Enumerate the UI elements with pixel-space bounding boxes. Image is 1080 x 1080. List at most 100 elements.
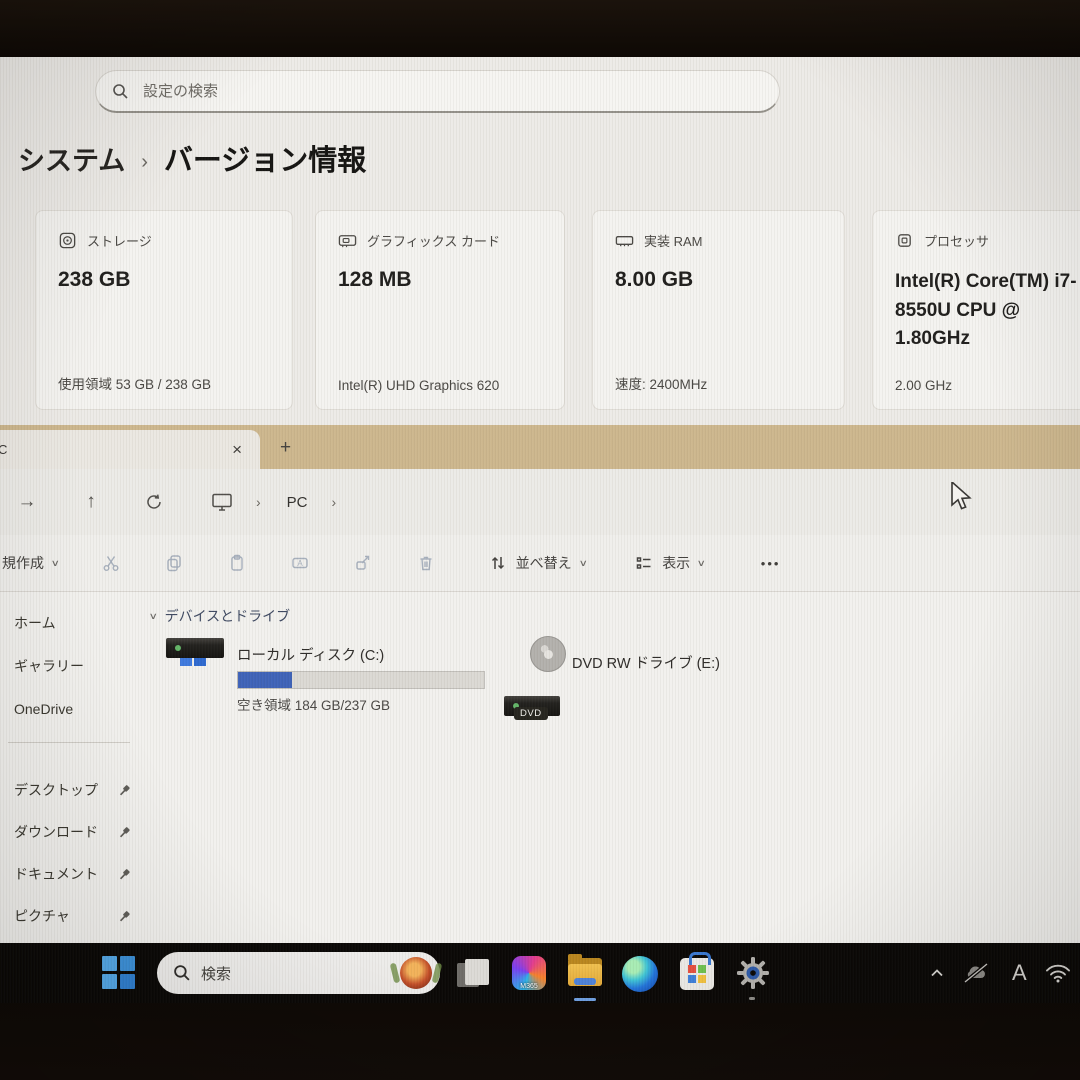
taskbar-search-placeholder: 検索	[201, 963, 390, 984]
spec-card-value: 128 MB	[338, 268, 542, 292]
file-explorer-window: C × + → ↑ › PC › 規作成 ∨ A	[0, 425, 1080, 943]
page-title: バージョン情報	[164, 137, 366, 179]
copy-icon[interactable]	[164, 553, 184, 573]
explorer-tab[interactable]: C ×	[0, 430, 260, 469]
cut-icon[interactable]	[101, 553, 121, 573]
chevron-down-icon: ∨	[578, 558, 587, 569]
wifi-button[interactable]	[1044, 943, 1072, 1003]
mouse-cursor	[950, 482, 976, 512]
sort-button[interactable]: 並べ替え	[516, 553, 572, 573]
spec-card-value: 238 GB	[58, 268, 270, 292]
microsoft-store-icon[interactable]	[680, 958, 714, 990]
breadcrumb: システム › バージョン情報	[18, 137, 366, 179]
rename-icon[interactable]: A	[290, 553, 310, 573]
settings-search-box[interactable]	[95, 70, 780, 113]
spec-card-graphics: グラフィックス カード 128 MB Intel(R) UHD Graphics…	[315, 210, 565, 410]
edge-browser-icon[interactable]	[622, 956, 658, 992]
pin-icon	[118, 784, 131, 797]
spec-card-storage: ストレージ 238 GB 使用領域 53 GB / 238 GB	[35, 210, 293, 410]
tab-close-icon[interactable]: ×	[232, 440, 242, 460]
share-icon[interactable]	[353, 553, 373, 573]
m365-copilot-icon[interactable]: M365	[512, 956, 546, 990]
delete-icon[interactable]	[416, 553, 436, 573]
spec-card-detail: 速度: 2400MHz	[615, 373, 707, 393]
screen: システム › バージョン情報 ストレージ 238 GB 使用領域 53 GB /…	[0, 57, 1080, 1003]
drive-unit-icon: DVD	[504, 696, 560, 716]
spec-card-detail: Intel(R) UHD Graphics 620	[338, 378, 499, 393]
refresh-icon[interactable]	[144, 492, 164, 512]
wifi-icon	[1044, 962, 1072, 984]
breadcrumb-system[interactable]: システム	[18, 139, 125, 178]
drive-unit-icon	[166, 638, 224, 658]
sidebar-item-gallery[interactable]: ギャラリー	[0, 651, 142, 681]
pin-icon	[118, 910, 131, 923]
chevron-right-icon: ›	[332, 494, 337, 510]
drive-item-e[interactable]: DVD RW ドライブ (E:)	[572, 652, 720, 673]
spec-card-processor: プロセッサ Intel(R) Core(TM) i7-8550U CPU @ 1…	[872, 210, 1080, 410]
chevron-right-icon: ›	[256, 494, 261, 510]
taskbar-search[interactable]: 検索	[157, 952, 440, 994]
chevron-up-icon	[928, 965, 946, 981]
up-icon[interactable]: ↑	[78, 491, 104, 513]
taskbar: 検索 M365	[0, 943, 1080, 1003]
file-explorer-taskbar-icon[interactable]	[566, 954, 604, 994]
explorer-tab-strip: C × +	[0, 425, 1080, 469]
sidebar-item-pictures[interactable]: ピクチャ	[0, 901, 142, 931]
drive-item-c[interactable]: ローカル ディスク (C:) 空き領域 184 GB/237 GB	[237, 644, 485, 714]
search-icon	[112, 83, 129, 100]
explorer-body: ホーム ギャラリー OneDrive デスクトップ ダウンロード ドキュメント …	[0, 592, 1080, 943]
chevron-down-icon: ∨	[149, 611, 158, 622]
local-disk-icon[interactable]	[166, 640, 228, 696]
settings-app: システム › バージョン情報 ストレージ 238 GB 使用領域 53 GB /…	[0, 57, 1080, 425]
sidebar-item-desktop[interactable]: デスクトップ	[0, 775, 142, 805]
forward-icon[interactable]: →	[14, 491, 40, 513]
settings-gear-icon[interactable]	[735, 955, 771, 991]
disk-usage-fill	[238, 672, 292, 688]
ime-mode-button[interactable]: A	[1012, 943, 1027, 1003]
explorer-nav-bar: → ↑ › PC ›	[0, 469, 1080, 535]
processor-icon	[895, 231, 914, 250]
ram-icon	[615, 231, 634, 250]
sidebar-item-onedrive[interactable]: OneDrive	[0, 694, 142, 724]
disc-icon	[530, 636, 566, 672]
sidebar-item-home[interactable]: ホーム	[0, 608, 142, 638]
tray-expand-button[interactable]	[928, 943, 946, 1003]
search-highlight-image[interactable]	[400, 957, 432, 989]
task-view-button[interactable]	[457, 959, 491, 989]
spec-card-label: ストレージ	[87, 231, 152, 250]
paste-icon[interactable]	[227, 553, 247, 573]
ime-indicator: A	[1012, 960, 1027, 986]
address-path-pc[interactable]: PC	[287, 494, 308, 511]
start-button[interactable]	[102, 956, 136, 990]
laptop-bezel-bottom: ∞ FUJITSU	[0, 1003, 1080, 1080]
disk-usage-bar	[237, 671, 485, 689]
laptop-bezel-top	[0, 0, 1080, 57]
graphics-card-icon	[338, 231, 357, 250]
more-options-button[interactable]: •••	[761, 556, 781, 571]
svg-text:A: A	[297, 559, 303, 568]
spec-card-value: Intel(R) Core(TM) i7-8550U CPU @ 1.80GHz	[895, 268, 1080, 354]
chevron-right-icon: ›	[141, 151, 148, 174]
dvd-drive-icon[interactable]: DVD	[504, 636, 574, 698]
spec-card-label: グラフィックス カード	[367, 231, 500, 250]
spec-card-value: 8.00 GB	[615, 268, 822, 292]
new-item-button[interactable]: 規作成	[2, 553, 44, 573]
spec-card-detail: 2.00 GHz	[895, 378, 952, 393]
devices-and-drives-group-header[interactable]: ∨ デバイスとドライブ	[150, 606, 290, 626]
sidebar-item-documents[interactable]: ドキュメント	[0, 859, 142, 889]
new-tab-button[interactable]: +	[280, 437, 291, 459]
onedrive-status-button[interactable]	[962, 943, 990, 1003]
spec-card-detail: 使用領域 53 GB / 238 GB	[58, 373, 211, 393]
group-title: デバイスとドライブ	[165, 606, 291, 626]
pin-icon	[118, 826, 131, 839]
pin-icon	[118, 868, 131, 881]
drive-name: ローカル ディスク (C:)	[237, 644, 485, 665]
settings-search-input[interactable]	[141, 82, 763, 101]
sidebar-item-downloads[interactable]: ダウンロード	[0, 817, 142, 847]
sort-icon	[488, 553, 508, 573]
storage-icon	[58, 231, 77, 250]
view-button[interactable]: 表示	[662, 553, 690, 573]
laptop-screen-photo: システム › バージョン情報 ストレージ 238 GB 使用領域 53 GB /…	[0, 0, 1080, 1080]
file-explorer-running-indicator	[574, 998, 596, 1001]
settings-running-indicator	[749, 997, 755, 1000]
